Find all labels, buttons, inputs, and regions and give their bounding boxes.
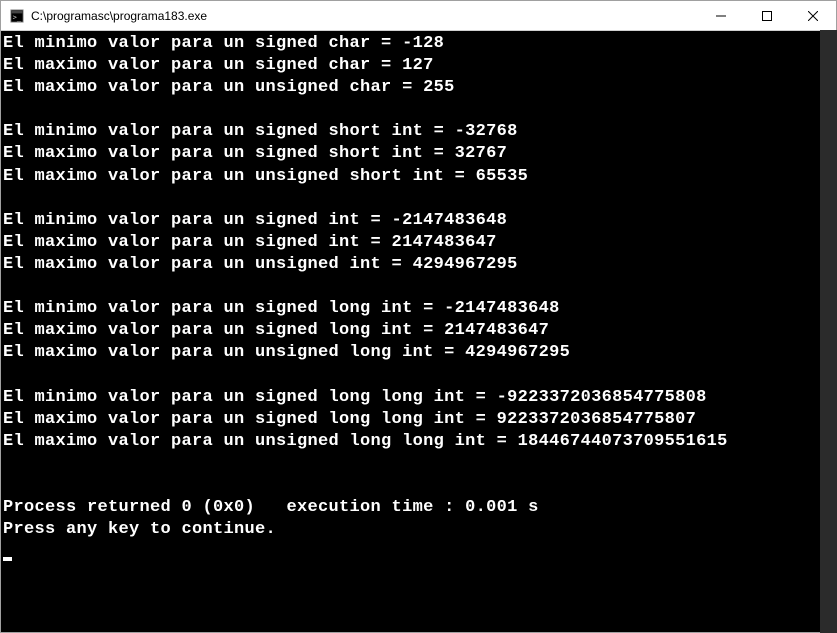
console-line [3, 453, 834, 475]
console-window: >_ C:\programasc\programa183.exe [0, 0, 837, 633]
console-line: El minimo valor para un signed char = -1… [3, 33, 834, 55]
svg-text:>_: >_ [13, 13, 22, 21]
console-line [3, 475, 834, 497]
console-output[interactable]: El minimo valor para un signed char = -1… [1, 31, 836, 632]
minimize-button[interactable] [698, 1, 744, 30]
console-line [3, 276, 834, 298]
console-line [3, 364, 834, 386]
maximize-icon [762, 11, 772, 21]
close-icon [808, 11, 818, 21]
minimize-icon [716, 11, 726, 21]
titlebar: >_ C:\programasc\programa183.exe [1, 1, 836, 31]
console-line: El maximo valor para un unsigned long in… [3, 342, 834, 364]
console-line: El maximo valor para un unsigned int = 4… [3, 254, 834, 276]
console-line: El minimo valor para un signed int = -21… [3, 210, 834, 232]
console-line [3, 188, 834, 210]
console-line: El minimo valor para un signed long long… [3, 387, 834, 409]
maximize-button[interactable] [744, 1, 790, 30]
app-icon: >_ [9, 8, 25, 24]
console-line: El maximo valor para un signed int = 214… [3, 232, 834, 254]
console-line: El maximo valor para un signed long long… [3, 409, 834, 431]
window-title: C:\programasc\programa183.exe [31, 9, 698, 23]
console-line: El minimo valor para un signed long int … [3, 298, 834, 320]
console-cursor-line [3, 541, 834, 563]
console-line: El maximo valor para un unsigned char = … [3, 77, 834, 99]
console-line: El maximo valor para un signed long int … [3, 320, 834, 342]
console-line [3, 99, 834, 121]
window-controls [698, 1, 836, 30]
cursor [3, 557, 12, 561]
close-button[interactable] [790, 1, 836, 30]
console-line: Press any key to continue. [3, 519, 834, 541]
console-line: Process returned 0 (0x0) execution time … [3, 497, 834, 519]
vertical-scrollbar[interactable] [820, 30, 837, 633]
scrollbar-track[interactable] [820, 30, 837, 633]
console-line: El maximo valor para un unsigned short i… [3, 166, 834, 188]
console-line: El maximo valor para un signed short int… [3, 143, 834, 165]
console-line: El maximo valor para un unsigned long lo… [3, 431, 834, 453]
console-line: El maximo valor para un signed char = 12… [3, 55, 834, 77]
console-line: El minimo valor para un signed short int… [3, 121, 834, 143]
